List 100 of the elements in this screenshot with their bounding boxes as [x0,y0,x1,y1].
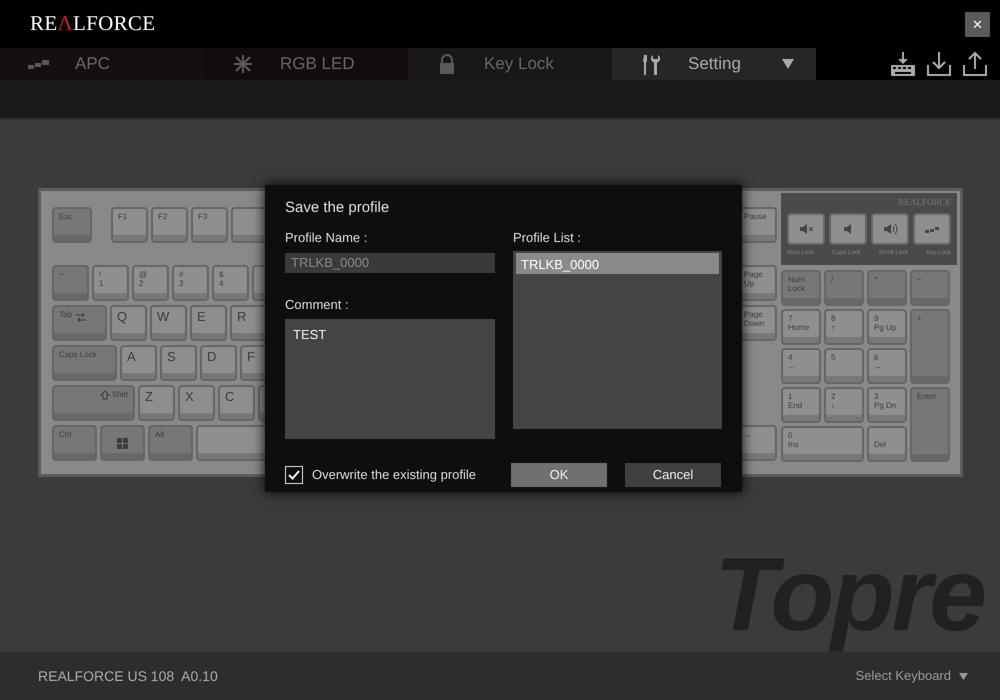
keyboard-key[interactable]: . Del [867,426,907,462]
keyboard-key[interactable]: W [150,305,187,341]
key-legend: F1 [118,212,128,238]
caret-icon [782,59,794,69]
key-legend: 4 ← [788,353,796,379]
key-legend: Tab [59,310,72,336]
upload-icon[interactable] [962,51,988,77]
keyboard-key[interactable]: Q [110,305,147,341]
keyboard-key[interactable]: # 3 [172,265,209,301]
keyboard-key[interactable]: Caps Lock [52,345,117,381]
keyboard-key[interactable]: / [824,270,864,306]
speaker-mute-icon [798,222,814,236]
sparkle-icon [232,53,254,75]
key-legend: Enter [917,392,936,457]
key-legend: S [167,350,176,376]
media-key[interactable] [871,212,909,244]
keyboard-key[interactable]: − [910,270,950,306]
key-legend: 6 → [874,353,882,379]
key-legend: Z [145,390,153,416]
keyboard-download-icon[interactable] [890,51,916,77]
keyboard-key[interactable]: 9 Pg Up [867,309,907,345]
keyboard-key[interactable]: D [200,345,237,381]
tab[interactable]: APC [0,48,204,80]
checkmark-icon [288,470,300,480]
keyboard-key[interactable] [231,207,268,243]
keyboard-key[interactable]: 0 Ins [781,426,864,462]
key-legend: # 3 [179,270,184,296]
key-legend: @ 2 [139,270,148,296]
checkbox-label[interactable]: Overwrite the existing profile [312,464,476,484]
tab[interactable]: RGB LED [204,48,408,80]
key-legend: C [225,390,234,416]
keyboard-key[interactable]: 7 Home [781,309,821,345]
keyboard-key[interactable]: $ 4 [212,265,249,301]
key-legend: 5 [831,353,836,379]
keyboard-key[interactable]: 4 ← [781,348,821,384]
list-item[interactable]: TRLKB_0000 [516,253,719,274]
key-legend: Ctrl [59,430,72,456]
ok-button[interactable]: OK [511,462,607,486]
key-legend: 7 Home [788,314,810,340]
cancel-button[interactable]: Cancel [625,462,721,486]
key-legend: F [247,350,255,376]
key-legend: ~ ` [59,270,64,296]
keyboard-key[interactable]: E [190,305,227,341]
dialog-title: Save the profile [285,198,390,218]
keyboard-key[interactable]: ~ ` [52,265,89,301]
key-legend: Caps Lock [59,350,97,376]
keyboard-key[interactable]: + [910,309,950,384]
download-icon[interactable] [926,51,952,77]
keyboard-key[interactable] [196,425,268,461]
keyboard-key[interactable] [100,425,145,461]
keyboard-key[interactable]: R [230,305,267,341]
field-label: Profile Name : [285,228,368,246]
comment-field[interactable]: TEST [285,318,495,438]
tab[interactable]: Key Lock [408,48,612,80]
media-key[interactable] [787,212,825,244]
keyboard-key[interactable]: F1 [111,207,148,243]
keyboard-key[interactable]: Num Lock [781,270,821,306]
key-legend: E [197,310,206,336]
keyboard-key[interactable]: X [178,385,215,421]
keyboard-key[interactable]: S [160,345,197,381]
key-legend: Esc [59,212,72,238]
tab[interactable]: Setting [612,48,816,80]
key-legend: F2 [158,212,168,238]
key-legend: F3 [198,212,208,238]
keyboard-key[interactable]: A [120,345,157,381]
caret-icon [959,672,968,680]
keyboard-key[interactable]: 8 ↑ [824,309,864,345]
key-legend: A [127,350,136,376]
media-key[interactable] [829,212,867,244]
keyboard-key[interactable]: ! 1 [92,265,129,301]
keyboard-key[interactable]: F3 [191,207,228,243]
keyboard-key[interactable]: F2 [151,207,188,243]
keyboard-key[interactable]: C [218,385,255,421]
key-legend: D [207,350,216,376]
keyboard-key[interactable]: Tab [52,305,107,341]
keyboard-select[interactable]: Select Keyboard [850,665,974,687]
key-legend: R [237,310,246,336]
keyboard-key[interactable]: Esc [52,207,92,243]
media-key[interactable] [913,212,951,244]
keyboard-key[interactable]: 1 End [781,387,821,423]
keyboard-key[interactable]: 5 [824,348,864,384]
keyboard-key[interactable]: Shift [52,385,135,421]
key-legend: Q [117,310,128,336]
keyboard-key[interactable]: Enter [910,387,950,462]
key-legend: 9 Pg Up [874,314,896,340]
keyboard-key[interactable]: 3 Pg Dn [867,387,907,423]
field-label: Comment : [285,296,350,314]
keyboard-key[interactable]: Alt [148,425,193,461]
speaker-loud-icon [882,222,898,236]
key-legend: W [157,310,170,336]
keyboard-key[interactable]: @ 2 [132,265,169,301]
keyboard-key[interactable]: Z [138,385,175,421]
tools-icon [640,53,662,75]
keyboard-key[interactable]: * [867,270,907,306]
keyboard-key[interactable]: Ctrl [52,425,97,461]
checkbox[interactable] [285,466,303,484]
close-button[interactable]: × [965,12,990,36]
keyboard-key[interactable]: 2 ↓ [824,387,864,423]
keyboard-key[interactable]: 6 → [867,348,907,384]
key-legend: / [831,275,834,301]
